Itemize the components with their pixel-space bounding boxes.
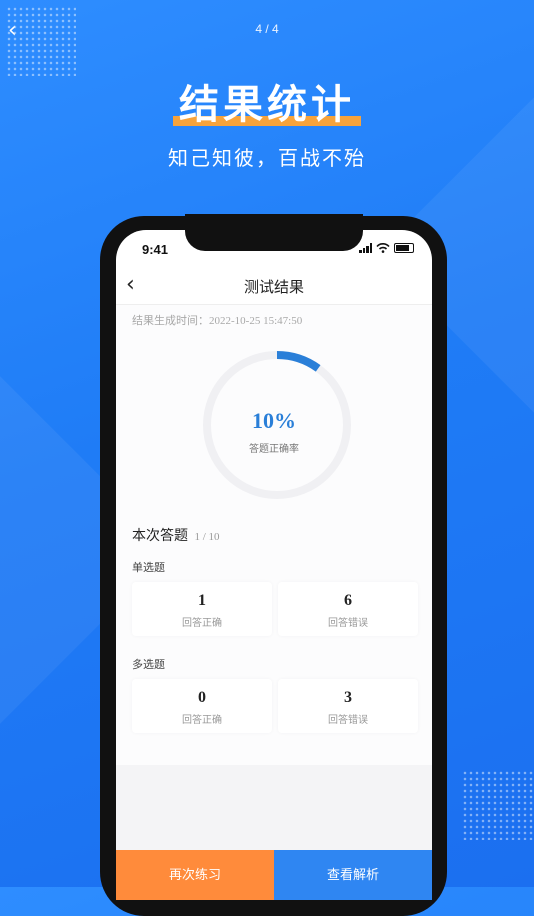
hero-subtitle: 知己知彼，百战不殆 bbox=[168, 146, 366, 170]
hero-title-text: 结果统计 bbox=[179, 82, 355, 128]
status-time: 9:41 bbox=[142, 242, 169, 257]
accuracy-percent: 10% bbox=[252, 408, 296, 433]
question-count: 1 / 10 bbox=[194, 531, 220, 543]
phone-notch bbox=[185, 214, 363, 251]
section-title: 本次答题 1 / 10 bbox=[132, 525, 220, 545]
signal-icon bbox=[359, 243, 372, 253]
wifi-icon bbox=[376, 243, 390, 253]
multi-correct-count: 0 bbox=[198, 689, 206, 706]
accuracy-label: 答题正确率 bbox=[249, 444, 299, 455]
dot-pattern bbox=[462, 770, 534, 840]
single-correct-count: 1 bbox=[198, 592, 206, 609]
multi-choice-label: 多选题 bbox=[132, 658, 165, 671]
multi-wrong-count: 3 bbox=[344, 689, 352, 706]
hero: 结果统计 bbox=[0, 72, 534, 130]
nav-bar: ‹ 测试结果 bbox=[116, 270, 432, 304]
generation-time-value: 2022-10-25 15:47:50 bbox=[209, 315, 303, 327]
section-title-text: 本次答题 bbox=[132, 528, 188, 544]
status-icons bbox=[359, 243, 414, 253]
single-wrong-card: 6 回答错误 bbox=[278, 582, 418, 636]
page-title: 测试结果 bbox=[243, 278, 304, 296]
single-choice-label: 单选题 bbox=[132, 561, 165, 574]
multi-correct-label: 回答正确 bbox=[182, 715, 222, 726]
single-wrong-label: 回答错误 bbox=[328, 618, 368, 629]
multi-correct-card: 0 回答正确 bbox=[132, 679, 272, 733]
single-correct-label: 回答正确 bbox=[182, 618, 222, 629]
generation-time: 结果生成时间：2022-10-25 15:47:50 bbox=[132, 312, 302, 328]
battery-icon bbox=[394, 243, 414, 253]
page-indicator: 4 / 4 bbox=[255, 22, 279, 36]
hero-title: 结果统计 bbox=[173, 72, 361, 130]
multi-wrong-card: 3 回答错误 bbox=[278, 679, 418, 733]
single-wrong-count: 6 bbox=[344, 592, 352, 609]
review-answers-button[interactable]: 查看解析 bbox=[274, 850, 432, 900]
multi-wrong-label: 回答错误 bbox=[328, 715, 368, 726]
retry-button[interactable]: 再次练习 bbox=[116, 850, 274, 900]
single-correct-card: 1 回答正确 bbox=[132, 582, 272, 636]
generation-time-label: 结果生成时间： bbox=[132, 314, 209, 327]
phone-screen: 9:41 ‹ 测试结果 结果生成时间：2022-10-25 15:47:50 1… bbox=[116, 230, 432, 900]
